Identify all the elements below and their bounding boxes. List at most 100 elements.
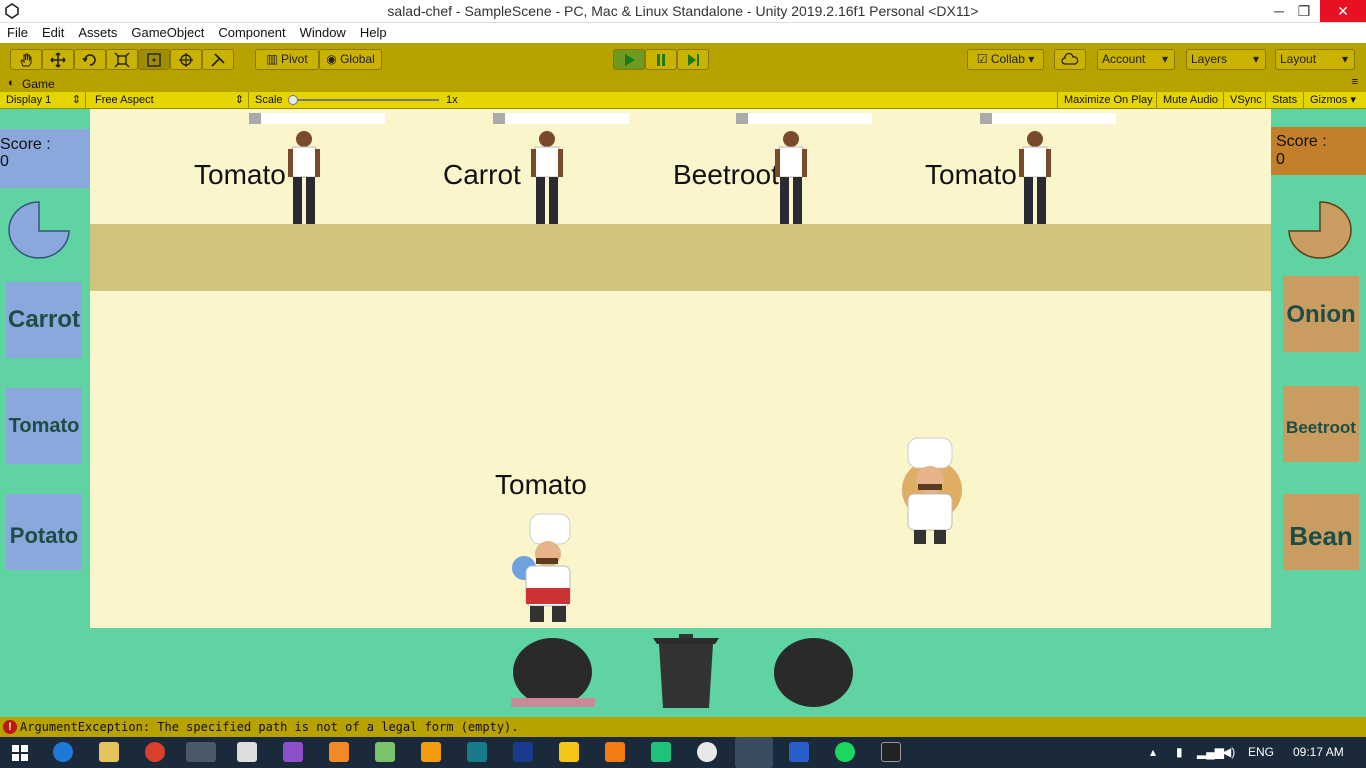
rect-icon — [147, 53, 161, 67]
vegetable-crate-carrot[interactable]: Carrot — [6, 282, 82, 358]
vegetable-crate-bean[interactable]: Bean — [1283, 494, 1359, 570]
chevron-updown-icon: ⇕ — [234, 94, 244, 106]
move-tool-button[interactable] — [42, 49, 74, 70]
mute-audio-toggle[interactable]: Mute Audio — [1157, 92, 1224, 108]
aspect-dropdown[interactable]: Free Aspect ⇕ — [89, 92, 249, 108]
rect-tool-button[interactable] — [138, 49, 170, 70]
gizmos-label: Gizmos — [1310, 94, 1348, 106]
menu-component[interactable]: Component — [211, 23, 292, 40]
collab-dropdown[interactable]: ☑ Collab ▾ — [967, 49, 1044, 70]
gizmos-dropdown[interactable]: Gizmos ▾ — [1304, 92, 1366, 108]
clock[interactable]: 09:17 AM — [1293, 745, 1344, 759]
language-indicator[interactable]: ENG — [1248, 745, 1274, 759]
app-icon[interactable] — [467, 742, 487, 762]
menu-assets[interactable]: Assets — [71, 23, 124, 40]
trash-can-icon — [653, 634, 719, 708]
scale-slider-handle[interactable] — [288, 95, 298, 105]
customer-sprite — [775, 131, 807, 224]
vegetable-crate-beetroot[interactable]: Beetroot — [1283, 386, 1359, 462]
windows-start-icon[interactable] — [12, 745, 28, 761]
command-prompt-icon[interactable] — [881, 742, 901, 762]
vegetable-crate-tomato[interactable]: Tomato — [6, 388, 82, 464]
move-icon — [50, 52, 66, 68]
customer-timer-fill — [736, 113, 748, 124]
wrench-icon — [211, 53, 225, 67]
sublime-text-icon[interactable] — [329, 742, 349, 762]
play-button[interactable] — [613, 49, 645, 70]
menu-help[interactable]: Help — [353, 23, 394, 40]
customer-timer-fill — [249, 113, 261, 124]
rotate-icon — [82, 54, 96, 66]
console-status-bar[interactable]: ! ArgumentException: The specified path … — [0, 717, 1366, 737]
player2-score-value: 0 — [1276, 151, 1285, 168]
unity-taskbar-icon[interactable] — [186, 742, 216, 762]
app-icon[interactable] — [789, 742, 809, 762]
maximize-on-play-toggle[interactable]: Maximize On Play — [1057, 92, 1157, 108]
pycharm-icon[interactable] — [651, 742, 671, 762]
global-toggle[interactable]: ◉ Global — [319, 49, 382, 70]
vsync-toggle[interactable]: VSync — [1224, 92, 1266, 108]
scale-slider-track[interactable] — [293, 99, 439, 101]
close-button[interactable]: ✕ — [1320, 0, 1366, 22]
unity-hub-icon[interactable] — [237, 742, 257, 762]
player1-chef-sprite — [512, 513, 571, 622]
customer-sprite — [288, 131, 320, 224]
cloud-button[interactable] — [1054, 49, 1086, 70]
illustrator-icon[interactable] — [421, 742, 441, 762]
pause-button[interactable] — [645, 49, 677, 70]
game-view-toolbar: Display 1 ⇕ Free Aspect ⇕ Scale 1x Maximiz… — [0, 92, 1366, 109]
account-dropdown[interactable]: Account ▾ — [1097, 49, 1175, 70]
kitchen-floor — [90, 291, 1271, 628]
network-icon[interactable]: ▂▄▆ — [1197, 745, 1224, 759]
internet-explorer-icon[interactable] — [53, 742, 73, 762]
aspect-label: Free Aspect — [95, 94, 154, 106]
custom-tool-button[interactable] — [202, 49, 234, 70]
menu-gameobject[interactable]: GameObject — [124, 23, 211, 40]
tray-chevron-up-icon[interactable]: ▴ — [1150, 745, 1156, 759]
scale-tool-button[interactable] — [106, 49, 138, 70]
spotify-icon[interactable] — [835, 742, 855, 762]
chrome-icon[interactable] — [145, 742, 165, 762]
customer-order-label: Carrot — [443, 159, 521, 190]
vscode-taskbar-button[interactable] — [735, 737, 773, 768]
stats-toggle[interactable]: Stats — [1266, 92, 1304, 108]
tab-menu-icon[interactable]: ≡ — [1352, 76, 1358, 88]
volume-icon[interactable]: ◀) — [1222, 745, 1235, 759]
battery-icon[interactable]: ▮ — [1176, 745, 1183, 759]
menu-window[interactable]: Window — [293, 23, 353, 40]
player1-score-value: 0 — [0, 153, 9, 170]
vlc-icon[interactable] — [605, 742, 625, 762]
customer-timer-fill — [980, 113, 992, 124]
app-icon[interactable] — [559, 742, 579, 762]
customer-order-label: Tomato — [194, 159, 286, 190]
menu-file[interactable]: File — [0, 23, 35, 40]
tab-game[interactable]: Game — [22, 77, 55, 91]
android-studio-icon[interactable] — [375, 742, 395, 762]
player1-score-label: Score : — [0, 136, 51, 153]
customer-sprite — [1019, 131, 1051, 224]
file-explorer-icon[interactable] — [99, 742, 119, 762]
photoshop-icon[interactable] — [513, 742, 533, 762]
console-message: ArgumentException: The specified path is… — [20, 720, 519, 734]
player2-chef-sprite — [902, 437, 962, 544]
pivot-toggle[interactable]: ▥ Pivot — [255, 49, 319, 70]
check-icon: ☑ — [976, 52, 991, 66]
display-dropdown[interactable]: Display 1 ⇕ — [0, 92, 86, 108]
transform-tool-button[interactable] — [170, 49, 202, 70]
visual-studio-icon[interactable] — [283, 742, 303, 762]
vegetable-crate-potato[interactable]: Potato — [6, 494, 82, 570]
play-icon — [625, 54, 635, 66]
player1-chopping-board — [513, 638, 592, 706]
layout-dropdown[interactable]: Layout ▾ — [1275, 49, 1355, 70]
step-button[interactable] — [677, 49, 709, 70]
menu-edit[interactable]: Edit — [35, 23, 71, 40]
customer-timer-bar — [748, 113, 872, 124]
rotate-tool-button[interactable] — [74, 49, 106, 70]
player1-score-panel: Score : 0 — [0, 129, 90, 188]
layers-dropdown[interactable]: Layers ▾ — [1186, 49, 1266, 70]
slack-icon[interactable] — [697, 742, 717, 762]
hand-tool-button[interactable] — [10, 49, 42, 70]
vegetable-crate-onion[interactable]: Onion — [1283, 276, 1359, 352]
customer-order-label: Beetroot — [673, 159, 779, 190]
transform-icon — [179, 53, 193, 67]
